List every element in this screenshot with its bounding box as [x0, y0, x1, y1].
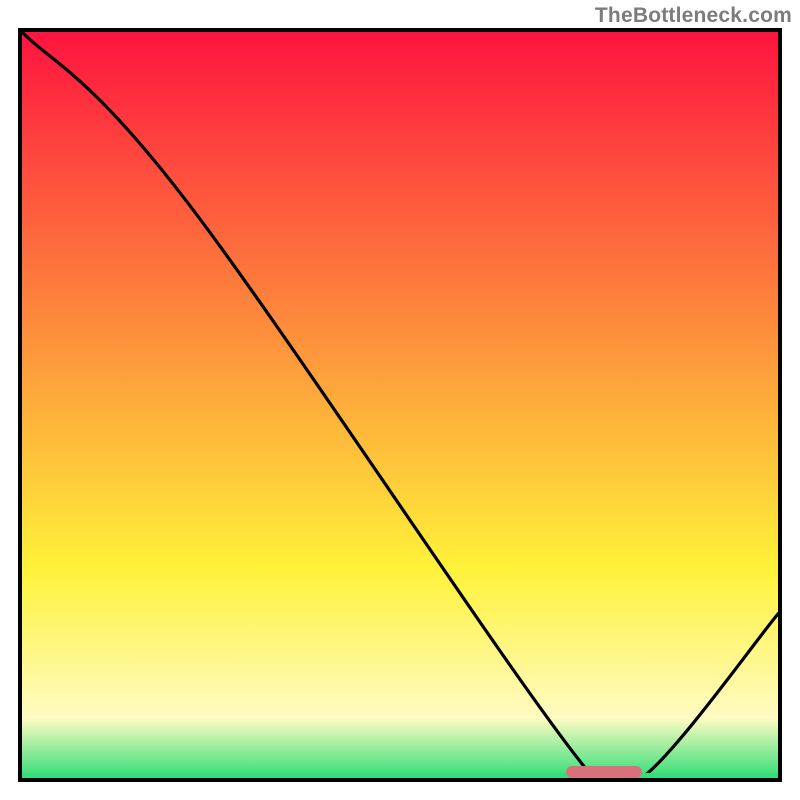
optimal-zone-marker [566, 766, 642, 778]
chart-curve [22, 32, 778, 778]
chart-container: TheBottleneck.com [0, 0, 800, 800]
chart-plot-area [18, 28, 782, 782]
watermark-text: TheBottleneck.com [595, 4, 792, 28]
chart-baseline [22, 773, 778, 778]
